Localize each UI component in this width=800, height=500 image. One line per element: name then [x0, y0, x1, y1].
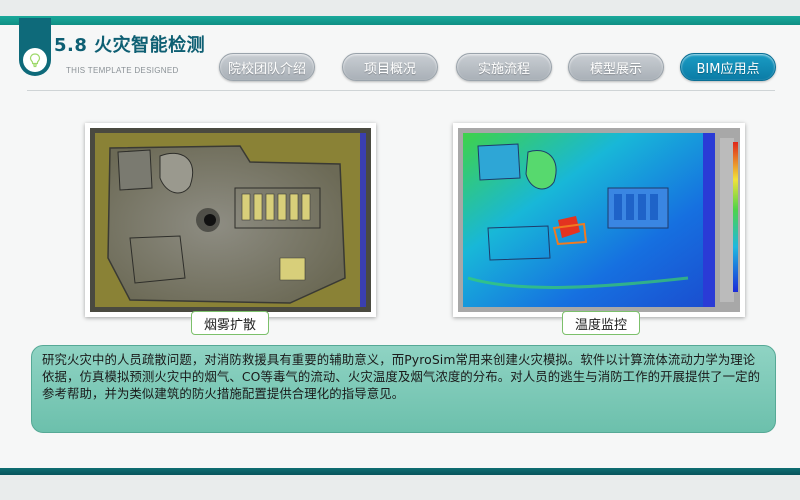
nav-item-model[interactable]: 模型展示 — [568, 53, 664, 81]
slide: 5.8 火灾智能检测 THIS TEMPLATE DESIGNED 院校团队介绍… — [0, 0, 800, 500]
page-title: 5.8 火灾智能检测 — [54, 35, 206, 56]
top-accent-bar — [0, 16, 800, 25]
nav-item-process[interactable]: 实施流程 — [456, 53, 552, 81]
temperature-monitor-image — [453, 123, 745, 317]
title-marker — [19, 18, 51, 76]
smoke-diffusion-image — [85, 123, 376, 317]
nav-item-overview[interactable]: 项目概况 — [342, 53, 438, 81]
temperature-monitor-caption: 温度监控 — [562, 311, 640, 335]
description-text: 研究火灾中的人员疏散问题，对消防救援具有重要的辅助意义，而PyroSim常用来创… — [42, 352, 761, 401]
nav-item-bim[interactable]: BIM应用点 — [680, 53, 776, 81]
bottom-accent-bar — [0, 468, 800, 475]
description-box: 研究火灾中的人员疏散问题，对消防救援具有重要的辅助意义，而PyroSim常用来创… — [31, 345, 776, 433]
smoke-diffusion-caption: 烟雾扩散 — [191, 311, 269, 335]
lightbulb-icon — [23, 48, 47, 72]
nav-item-team[interactable]: 院校团队介绍 — [219, 53, 315, 81]
top-nav: 院校团队介绍 项目概况 实施流程 模型展示 BIM应用点 — [219, 53, 779, 81]
header-divider — [27, 90, 775, 91]
page-subtitle: THIS TEMPLATE DESIGNED — [66, 66, 179, 75]
